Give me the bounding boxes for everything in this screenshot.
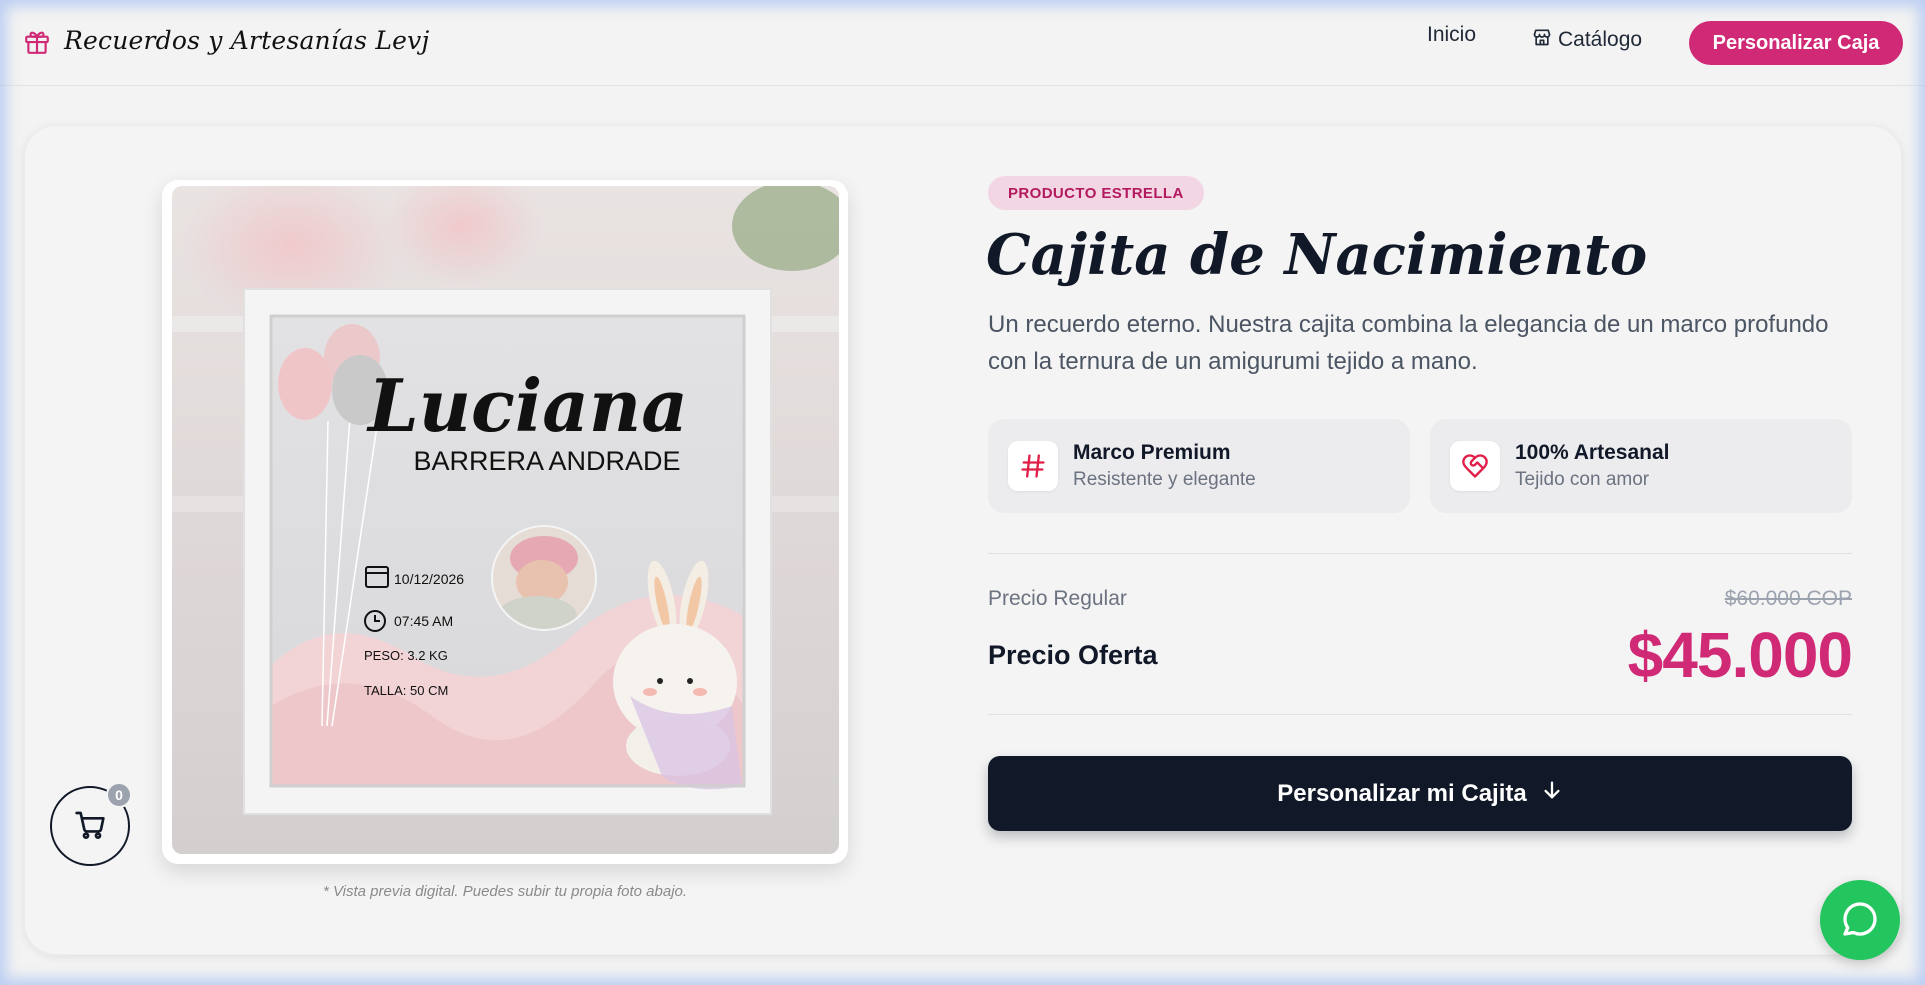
brand-name: Recuerdos y Artesanías Levj <box>64 26 430 55</box>
feature-subtitle: Resistente y elegante <box>1073 469 1256 490</box>
offer-price-value: $45.000 <box>1627 619 1853 691</box>
store-icon <box>1532 27 1552 53</box>
brand[interactable]: Recuerdos y Artesanías Levj <box>24 26 429 55</box>
regular-price-value: $60.000 COP <box>1724 587 1852 610</box>
site-header: Recuerdos y Artesanías Levj Inicio Catál… <box>0 0 1925 86</box>
customize-box-button[interactable]: Personalizar Caja <box>1689 21 1903 65</box>
feature-artesanal: 100% Artesanal Tejido con amor <box>1430 419 1852 513</box>
heart-handshake-icon <box>1450 441 1500 491</box>
preview-caption: * Vista previa digital. Puedes subir tu … <box>322 883 688 900</box>
cart-icon <box>73 809 107 844</box>
product-description: Un recuerdo eterno. Nuestra cajita combi… <box>988 311 1829 375</box>
offer-price-label: Precio Oferta <box>988 640 1158 670</box>
feature-title: Marco Premium <box>1073 441 1231 464</box>
preview-height: TALLA: 50 CM <box>364 683 448 698</box>
preview-frame: Luciana BARRERA ANDRADE 10/12/2026 07:45… <box>162 180 848 864</box>
product-title: Cajita de Nacimiento <box>986 222 1648 288</box>
divider <box>988 553 1852 554</box>
regular-price-label: Precio Regular <box>988 587 1127 610</box>
nav-catalog-label: Catálogo <box>1558 28 1643 51</box>
nav-home-link[interactable]: Inicio <box>1427 23 1476 47</box>
featured-badge: PRODUCTO ESTRELLA <box>988 176 1204 210</box>
gift-icon <box>24 27 50 55</box>
customize-cajita-button[interactable]: Personalizar mi Cajita <box>988 756 1852 831</box>
preview-name: Luciana <box>366 363 688 448</box>
preview-weight: PESO: 3.2 KG <box>364 648 448 663</box>
preview-time: 07:45 AM <box>394 613 453 629</box>
chat-bubble-icon <box>1840 899 1880 942</box>
feature-subtitle: Tejido con amor <box>1515 469 1650 490</box>
preview-surname: BARRERA ANDRADE <box>413 446 680 476</box>
divider <box>988 714 1852 715</box>
hash-icon <box>1008 441 1058 491</box>
customize-cajita-label: Personalizar mi Cajita <box>1277 779 1527 807</box>
feature-title: 100% Artesanal <box>1515 441 1670 464</box>
product-preview-image: Luciana BARRERA ANDRADE 10/12/2026 07:45… <box>172 186 839 854</box>
preview-date: 10/12/2026 <box>394 571 464 587</box>
feature-marco-premium: Marco Premium Resistente y elegante <box>988 419 1410 513</box>
cart-count-badge: 0 <box>106 782 132 808</box>
nav-catalog-link[interactable]: Catálogo <box>1532 27 1642 53</box>
whatsapp-button[interactable] <box>1820 880 1900 960</box>
arrow-down-icon <box>1541 778 1563 809</box>
